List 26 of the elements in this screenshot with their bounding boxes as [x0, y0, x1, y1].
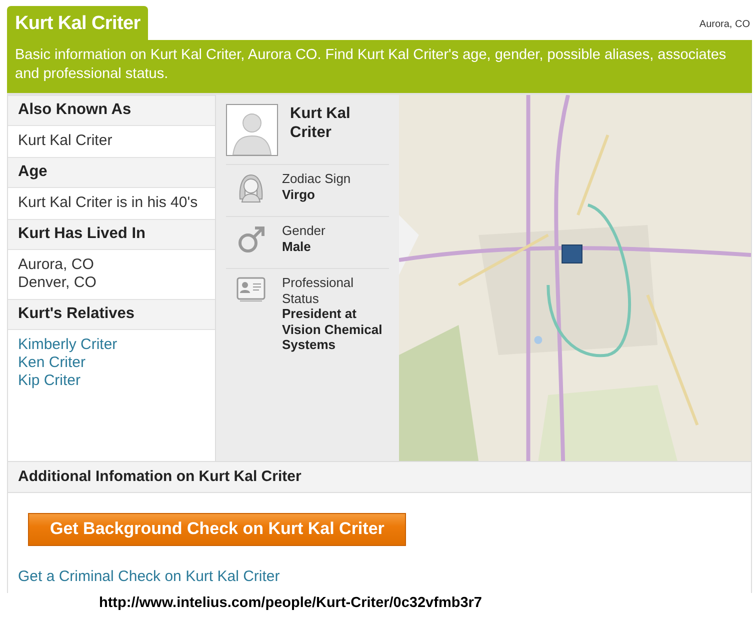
section-heading: Kurt Has Lived In: [8, 219, 215, 250]
relative-link[interactable]: Kip Criter: [18, 372, 205, 390]
section-heading: Age: [8, 157, 215, 188]
fact-value: President at Vision Chemical Systems: [282, 306, 384, 352]
section-heading: Additional Infomation on Kurt Kal Criter: [7, 462, 752, 493]
section-heading: Kurt's Relatives: [8, 299, 215, 330]
background-check-button[interactable]: Get Background Check on Kurt Kal Criter: [28, 513, 406, 546]
fact-value: Male: [282, 238, 312, 254]
fact-label: Gender: [282, 223, 326, 238]
section-text: Kurt Kal Criter: [18, 132, 114, 150]
relative-link[interactable]: Kimberly Criter: [18, 336, 205, 354]
criminal-check-link[interactable]: Get a Criminal Check on Kurt Kal Criter: [18, 568, 280, 585]
fact-value: Virgo: [282, 186, 316, 202]
location-text: Aurora, CO: [699, 19, 750, 30]
relative-link[interactable]: Ken Criter: [18, 354, 205, 372]
section-text: Aurora, CO: [18, 256, 95, 274]
summary-banner: Basic information on Kurt Kal Criter, Aurora CO. Find Kurt Kal Criter's age, gender, possible aliases, associates and professional status.: [7, 40, 752, 93]
fact-label: Professional Status: [282, 275, 355, 306]
section-text: Denver, CO: [18, 274, 98, 292]
id-card-icon: [236, 275, 266, 303]
fact-label: Zodiac Sign: [282, 171, 351, 186]
section-text: Kurt Kal Criter is in his 40's: [18, 194, 199, 212]
profile-name: Kurt Kal Criter: [290, 104, 352, 143]
section-heading: Also Known As: [8, 95, 215, 126]
avatar-silhouette: [226, 104, 278, 156]
page-url: http://www.intelius.com/people/Kurt-Criter/0c32vfmb3r7: [99, 595, 483, 611]
